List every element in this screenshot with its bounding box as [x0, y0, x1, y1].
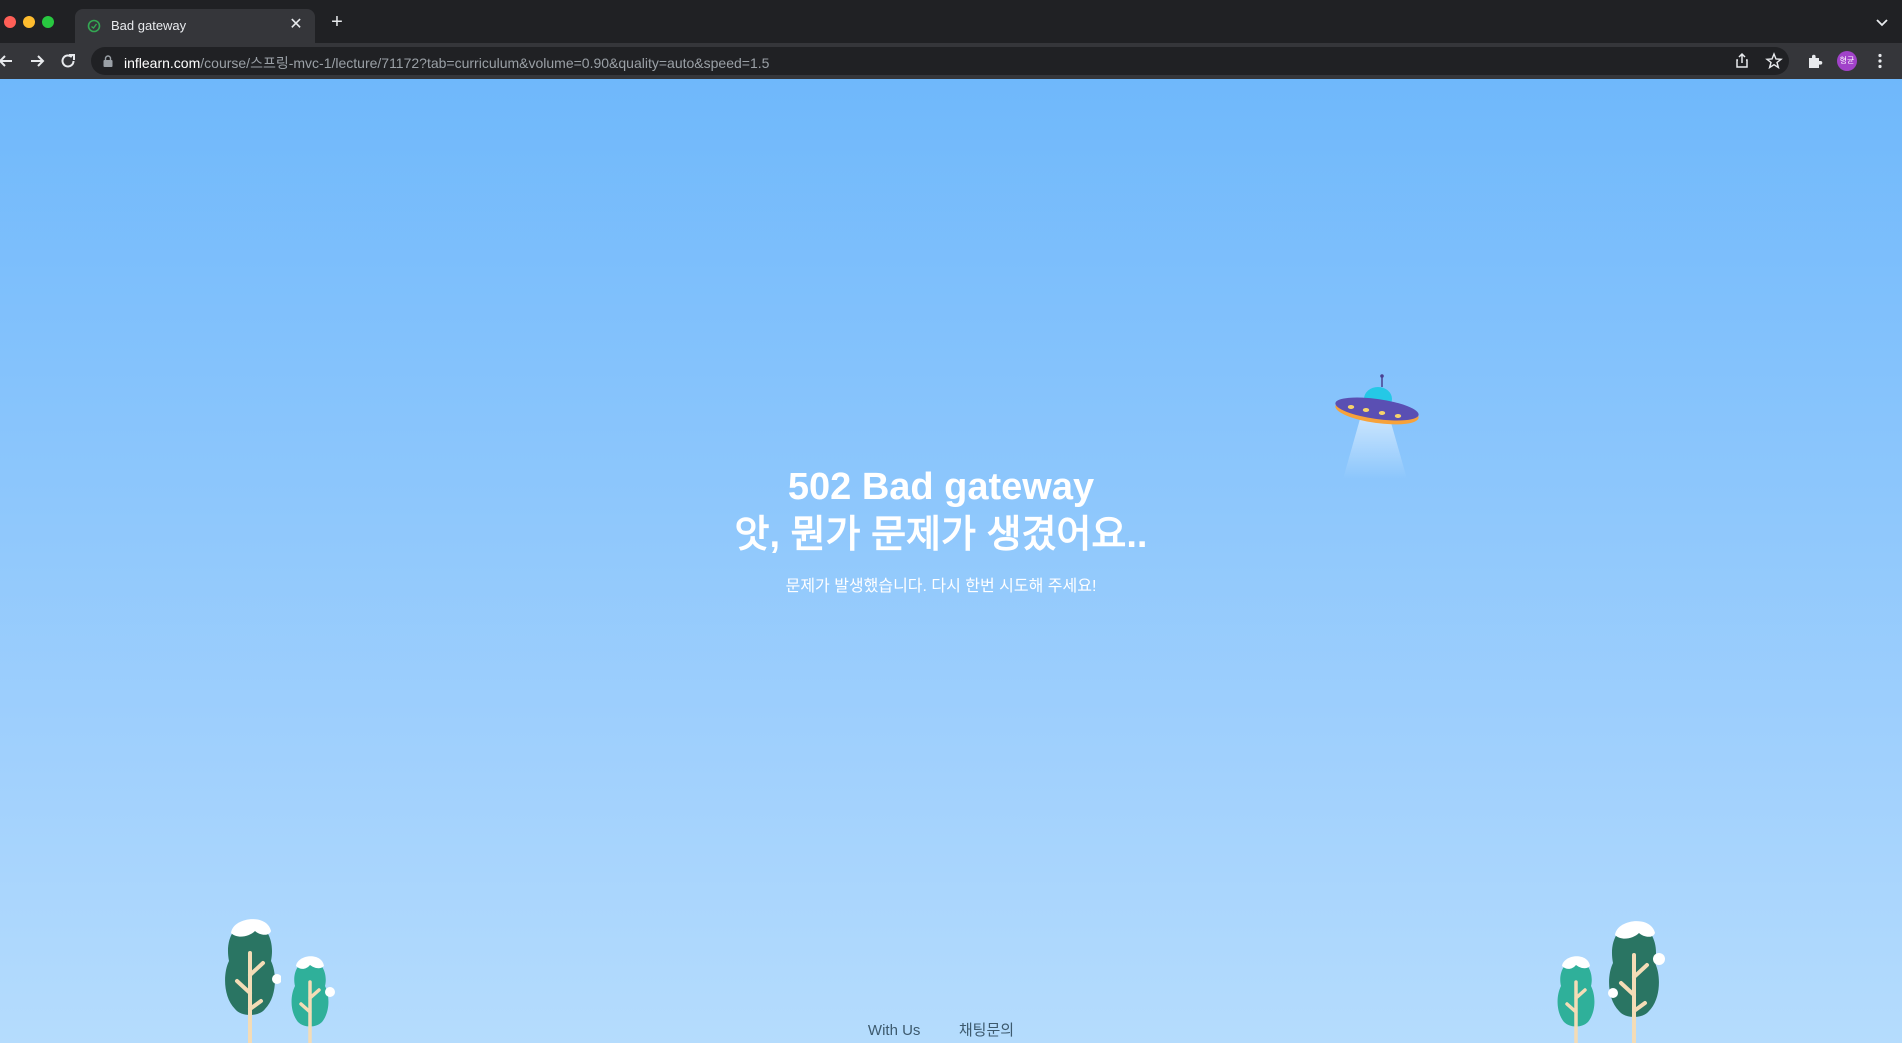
- url-text: inflearn.com/course/스프링-mvc-1/lecture/71…: [124, 53, 769, 73]
- window-close-button[interactable]: [4, 16, 16, 28]
- error-subtitle: 앗, 뭔가 문제가 생겼어요..: [734, 514, 1148, 556]
- lock-icon[interactable]: [103, 55, 113, 67]
- inflearn-favicon-icon: [87, 19, 101, 33]
- extensions-icon[interactable]: [1806, 52, 1824, 70]
- footer-link-with-us[interactable]: With Us: [868, 1022, 921, 1039]
- tab-title: Bad gateway: [111, 18, 187, 33]
- close-icon[interactable]: ✕: [287, 16, 305, 34]
- window-minimize-button[interactable]: [23, 16, 35, 28]
- footer-links: With Us 채팅문의: [0, 1019, 1882, 1040]
- footer-link-chat-inquiry[interactable]: 채팅문의: [959, 1019, 1014, 1040]
- error-message: 문제가 발생했습니다. 다시 한번 시도해 주세요!: [785, 578, 1097, 595]
- browser-tab-strip: Bad gateway ✕ +: [0, 0, 1902, 43]
- error-title: 502 Bad gateway: [787, 466, 1095, 508]
- reload-icon[interactable]: [58, 51, 78, 71]
- avatar[interactable]: 형균: [1837, 51, 1857, 71]
- page-viewport: 502 Bad gateway 앗, 뭔가 문제가 생겼어요.. 문제가 발생했…: [0, 79, 1902, 1043]
- browser-toolbar: inflearn.com/course/스프링-mvc-1/lecture/71…: [0, 43, 1902, 79]
- back-arrow-icon[interactable]: [0, 51, 16, 71]
- star-icon[interactable]: [1765, 52, 1783, 70]
- window-zoom-button[interactable]: [42, 16, 54, 28]
- url-host: inflearn.com: [124, 55, 201, 71]
- forward-arrow-icon[interactable]: [27, 51, 47, 71]
- plus-icon[interactable]: +: [327, 12, 347, 32]
- tab-search-icon[interactable]: [1874, 14, 1890, 30]
- browser-tab-active[interactable]: Bad gateway ✕: [75, 9, 315, 43]
- url-path: /course/스프링-mvc-1/lecture/71172?tab=curr…: [200, 55, 770, 71]
- menu-dots-icon[interactable]: [1871, 52, 1889, 70]
- share-icon[interactable]: [1733, 52, 1751, 70]
- address-bar[interactable]: inflearn.com/course/스프링-mvc-1/lecture/71…: [91, 47, 1789, 75]
